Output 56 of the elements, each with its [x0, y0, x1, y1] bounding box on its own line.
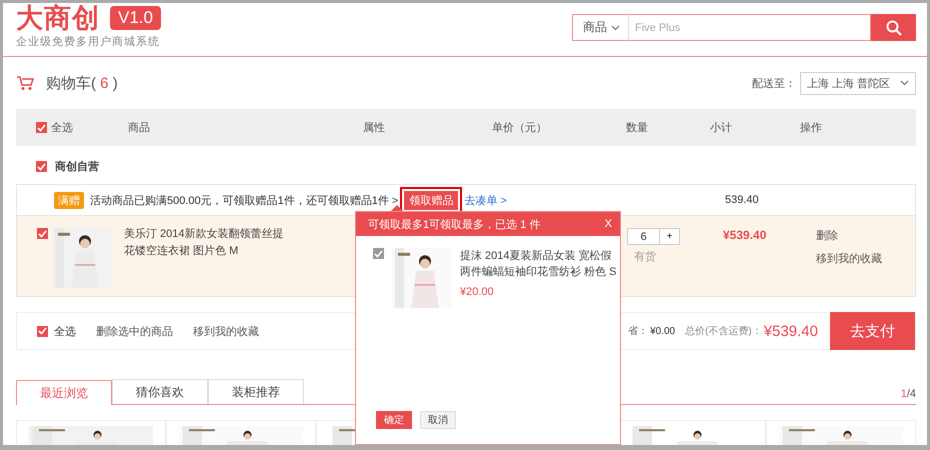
delivery-label: 配送至：	[752, 76, 796, 90]
category-dropdown[interactable]: 商品	[572, 14, 628, 41]
column-header: 小计	[710, 121, 733, 135]
bulk-action-link[interactable]: 删除选中的商品	[96, 324, 173, 338]
column-header: 全选	[51, 121, 74, 135]
bulk-action-link[interactable]: 移到我的收藏	[193, 324, 259, 338]
total-label: 总价(不含运费)：	[685, 324, 762, 338]
version-badge: V1.0	[110, 6, 161, 30]
tab[interactable]: 猜你喜欢	[112, 379, 208, 404]
search-field[interactable]: Five Plus	[628, 14, 871, 41]
cart-icon	[16, 75, 34, 91]
search-icon	[886, 20, 902, 36]
tab[interactable]: 最近浏览	[16, 380, 112, 405]
chevron-icon	[611, 24, 620, 30]
checkbox[interactable]	[37, 326, 48, 336]
saved-label: 省：	[628, 324, 648, 338]
item-action-link[interactable]: 移到我的收藏	[816, 251, 915, 266]
saved-amount: ¥0.00	[650, 326, 676, 336]
column-header: 数量	[626, 121, 649, 135]
promo-text: 活动商品已购满500.00元，可领取赠品1件，还可领取赠品1件 >	[90, 194, 398, 208]
add-items-link[interactable]: 去凑单 >	[464, 192, 507, 208]
confirm-button[interactable]: 确定	[376, 411, 412, 429]
column-header: 商品	[128, 120, 151, 135]
search-button[interactable]	[871, 14, 916, 41]
claim-gift-button[interactable]: 领取赠品	[404, 190, 458, 210]
column-header: 属性	[363, 121, 386, 135]
store-name: 商创自营	[55, 160, 99, 174]
gift-price: ¥20.00	[460, 286, 495, 298]
chevron-icon	[900, 80, 909, 86]
item-subtotal: ¥539.40	[723, 228, 768, 242]
region-select[interactable]: 上海 上海 普陀区	[800, 72, 916, 94]
logo[interactable]: 大商创	[16, 3, 100, 33]
select-all-label[interactable]: 全选	[54, 324, 76, 338]
quantity-field[interactable]: 6	[627, 228, 660, 245]
stock-status: 有货	[633, 250, 657, 264]
checkbox[interactable]	[37, 228, 48, 239]
total-amount: ¥539.40	[764, 322, 818, 340]
column-header: 单价（元）	[492, 121, 548, 135]
tab[interactable]: 装柜推荐	[208, 379, 304, 404]
page-indicator: 1/4	[900, 388, 916, 400]
checkbox[interactable]	[36, 161, 47, 172]
slogan: 企业级免费多用户商城系统	[16, 34, 161, 49]
increase-button[interactable]: +	[660, 228, 680, 245]
checkbox[interactable]	[36, 122, 47, 133]
close-button[interactable]: X	[604, 218, 612, 230]
cart-title: 购物车( 6 )	[46, 74, 118, 92]
pay-button[interactable]: 去支付	[830, 312, 915, 350]
checkbox[interactable]	[373, 248, 384, 259]
gift-title: 提沫 2014夏装新品女装 宽松假两件蝙蝠短袖印花雪纺衫 粉色 S	[460, 248, 618, 280]
item-action-link[interactable]: 删除	[816, 228, 915, 243]
product-title[interactable]: 美乐汀 2014新款女装翻领蕾丝提花镂空连衣裙 图片色 M	[124, 226, 294, 288]
promo-subtotal: 539.40	[725, 194, 760, 206]
promo-tag: 满赠	[54, 192, 84, 208]
popup-title: 可领取最多1可领取最多，已选 1 件	[368, 218, 540, 232]
cancel-button[interactable]: 取消	[420, 411, 456, 429]
column-header: 操作	[800, 121, 823, 135]
